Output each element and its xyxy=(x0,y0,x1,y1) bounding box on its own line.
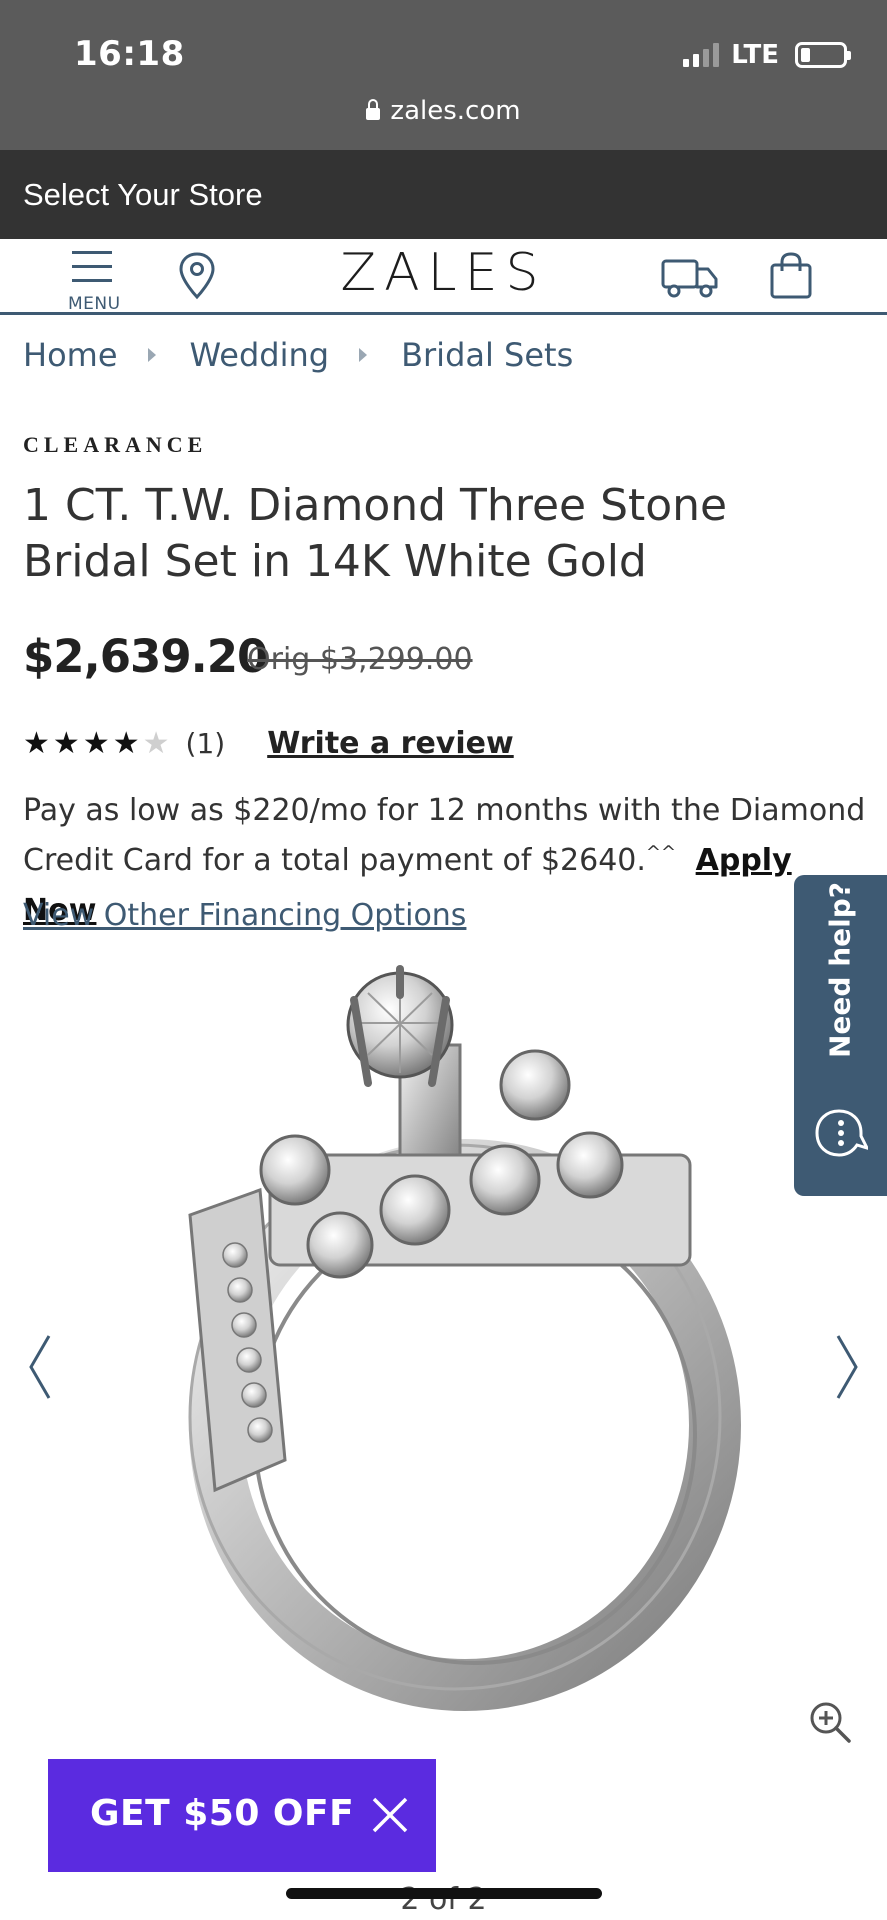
status-time: 16:18 xyxy=(74,34,185,74)
lock-icon xyxy=(366,99,381,120)
need-help-label: Need help? xyxy=(823,881,857,1059)
other-financing-link[interactable]: View Other Financing Options xyxy=(23,898,466,933)
chat-bubble-icon xyxy=(815,1109,868,1157)
status-indicators: LTE xyxy=(683,40,851,70)
star-icon: ★ xyxy=(52,726,80,760)
signal-icon xyxy=(683,43,720,67)
shopping-bag-icon[interactable] xyxy=(768,251,814,301)
write-review-link[interactable]: Write a review xyxy=(267,726,514,761)
star-icon: ★ xyxy=(112,726,140,760)
chevron-right-icon[interactable] xyxy=(832,1332,862,1402)
product-title: 1 CT. T.W. Diamond Three Stone Bridal Se… xyxy=(23,480,728,587)
breadcrumb-separator-icon xyxy=(359,348,368,362)
breadcrumb-bridal-sets[interactable]: Bridal Sets xyxy=(401,336,573,374)
breadcrumb-separator-icon xyxy=(147,348,156,362)
select-store-bar[interactable]: Select Your Store xyxy=(0,150,887,239)
breadcrumb-home[interactable]: Home xyxy=(23,336,118,374)
star-icon: ★ xyxy=(82,726,110,760)
review-count[interactable]: (1) xyxy=(186,727,226,760)
zales-logo[interactable]: ZALES xyxy=(0,243,887,303)
browser-chrome: 16:18 LTE zales.com xyxy=(0,0,887,150)
battery-icon xyxy=(795,42,851,68)
home-indicator[interactable] xyxy=(286,1888,602,1899)
star-rating[interactable]: ★ ★ ★ ★ ★ xyxy=(23,726,170,760)
close-icon[interactable] xyxy=(370,1795,410,1835)
site-header: MENU ZALES xyxy=(0,239,887,315)
promo-banner[interactable]: GET $50 OFF xyxy=(48,1759,436,1872)
promo-label: GET $50 OFF xyxy=(90,1793,355,1834)
rating-row: ★ ★ ★ ★ ★ (1) Write a review xyxy=(23,726,514,761)
truck-icon[interactable] xyxy=(660,253,720,301)
product-image[interactable] xyxy=(110,955,790,1755)
breadcrumb: Home Wedding Bridal Sets xyxy=(23,336,573,374)
network-type: LTE xyxy=(731,40,779,70)
chevron-left-icon[interactable] xyxy=(25,1332,55,1402)
clearance-badge: CLEARANCE xyxy=(23,432,208,457)
star-icon: ★ xyxy=(142,726,170,760)
original-price: Orig $3,299.00 xyxy=(247,642,473,677)
need-help-tab[interactable]: Need help? xyxy=(794,875,887,1196)
zoom-in-icon[interactable] xyxy=(808,1700,852,1744)
breadcrumb-wedding[interactable]: Wedding xyxy=(190,336,330,374)
sale-price: $2,639.20 xyxy=(23,630,268,683)
url-text: zales.com xyxy=(390,96,521,126)
financing-footnote: ^^ xyxy=(645,842,677,863)
star-icon: ★ xyxy=(23,726,50,760)
url-bar[interactable]: zales.com xyxy=(0,96,887,126)
